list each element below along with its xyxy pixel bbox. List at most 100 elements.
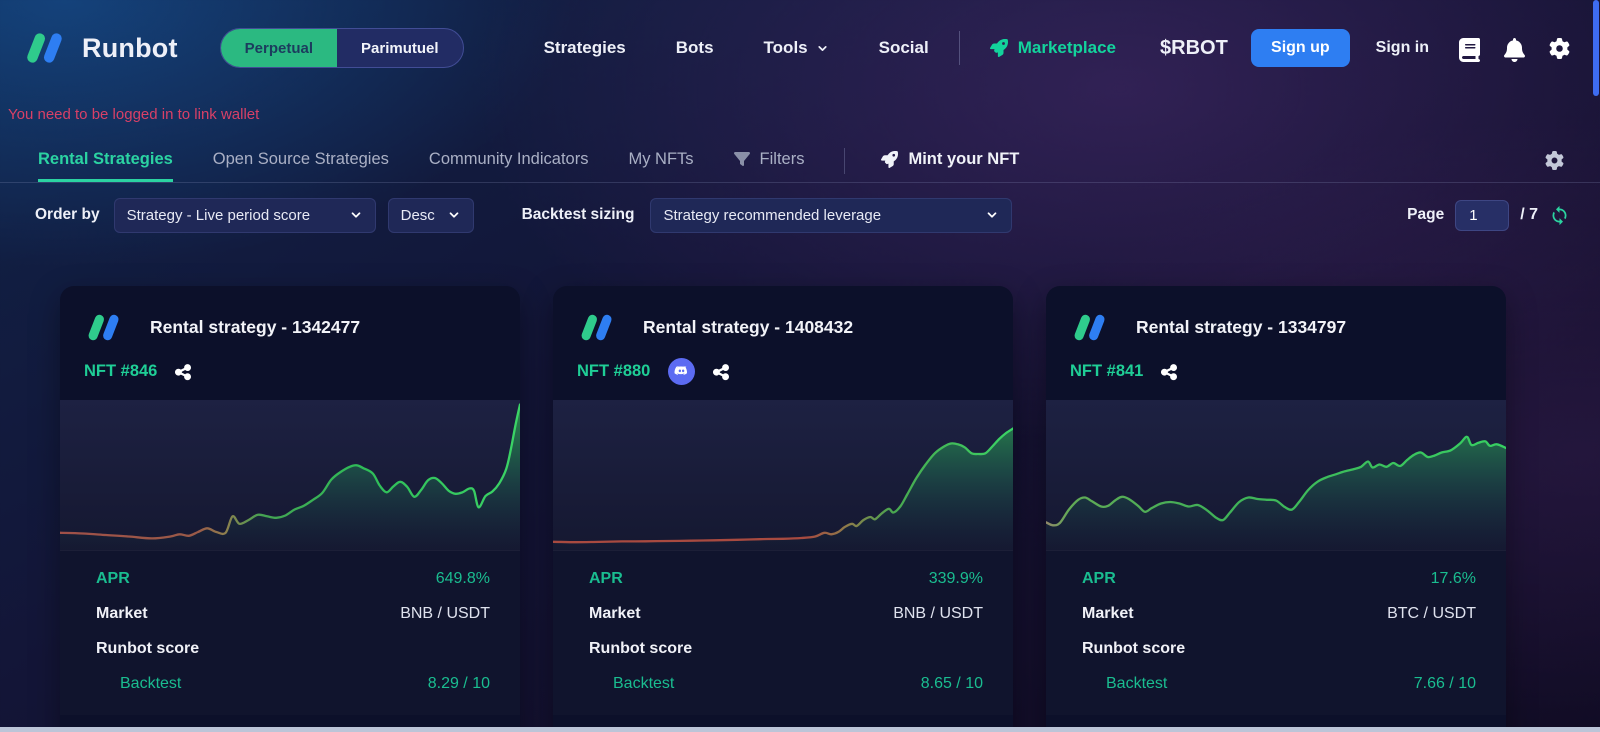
marketplace-tabs: Rental Strategies Open Source Strategies C… [0,139,1600,183]
order-by-select[interactable]: Strategy - Live period score [113,197,376,233]
strategy-stats: APR 17.6% Market BTC / USDT Runbot score… [1046,550,1506,715]
perpetual-parimutuel-toggle[interactable]: Perpetual Parimutuel [219,28,464,68]
chevron-down-icon [816,42,829,55]
nav-link-strategies[interactable]: Strategies [544,38,626,58]
refresh-icon[interactable] [1549,205,1570,226]
strategy-stats: APR 339.9% Market BNB / USDT Runbot scor… [553,550,1013,715]
chevron-down-icon [985,208,999,222]
strategy-cards-grid: Rental strategy - 1342477 NFT #846 APR 6… [0,286,1600,732]
notifications-bell-icon[interactable] [1504,37,1525,62]
toggle-perpetual[interactable]: Perpetual [220,29,338,67]
horizontal-scrollbar[interactable] [0,727,1600,732]
nav-link-bots[interactable]: Bots [676,38,714,58]
strategy-card[interactable]: Rental strategy - 1342477 NFT #846 APR 6… [60,286,520,732]
nav-link-tools[interactable]: Tools [764,38,829,58]
strategy-title: Rental strategy - 1334797 [1136,316,1347,337]
stat-row-backtest: Backtest 8.29 / 10 [96,666,490,701]
market-value: BNB / USDT [400,604,490,622]
page-total: / 7 [1520,206,1538,223]
toggle-parimutuel[interactable]: Parimutuel [337,29,463,67]
backtest-label: Backtest [120,674,182,692]
backtest-sizing-label: Backtest sizing [521,206,635,223]
nav-link-rbot-token[interactable]: $RBOT [1160,37,1228,60]
navbar: Runbot Perpetual Parimutuel Strategies Bo… [0,0,1600,96]
order-by-value: Strategy - Live period score [126,206,311,224]
tab-rental-strategies[interactable]: Rental Strategies [38,139,173,182]
apr-label: APR [96,569,130,587]
apr-value: 649.8% [435,569,490,587]
sort-direction-value: Desc [400,206,435,224]
tab-open-source-strategies[interactable]: Open Source Strategies [213,139,389,182]
strategy-card[interactable]: Rental strategy - 1334797 NFT #841 APR 1… [1046,286,1506,732]
nav-link-label: Strategies [543,38,626,57]
backtest-sizing-select[interactable]: Strategy recommended leverage [650,197,1013,233]
stat-row-runbot-score: Runbot score [1082,631,1476,666]
nav-divider [958,31,960,65]
sort-direction-select[interactable]: Desc [387,197,474,233]
marketplace-label: Marketplace [1017,38,1116,57]
share-icon[interactable] [1161,363,1178,381]
strategy-card[interactable]: Rental strategy - 1408432 NFT #880 APR 3… [553,286,1013,732]
runbot-score-label: Runbot score [1082,639,1186,657]
market-label: Market [589,604,641,622]
stat-row-backtest: Backtest 8.65 / 10 [589,666,983,701]
nav-link-social[interactable]: Social [879,38,929,58]
strategy-title: Rental strategy - 1408432 [643,316,854,337]
tab-my-nfts[interactable]: My NFTs [628,139,693,182]
nav-link-marketplace[interactable]: Marketplace [989,38,1116,58]
rocket-icon [881,150,899,168]
nft-id: NFT #846 [84,361,158,380]
strategy-title: Rental strategy - 1342477 [150,316,361,337]
stat-row-runbot-score: Runbot score [96,631,490,666]
rocket-icon [989,39,1008,57]
tab-community-indicators[interactable]: Community Indicators [429,139,589,182]
apr-value: 339.9% [928,569,983,587]
signup-button[interactable]: Sign up [1251,29,1350,67]
strategy-stats: APR 649.8% Market BNB / USDT Runbot scor… [60,550,520,715]
stat-row-backtest: Backtest 7.66 / 10 [1082,666,1476,701]
runbot-score-label: Runbot score [589,639,693,657]
backtest-value: 7.66 / 10 [1413,674,1476,692]
tab-filters-label: Filters [759,149,805,168]
stat-row-market: Market BNB / USDT [589,596,983,631]
stat-row-runbot-score: Runbot score [589,631,983,666]
brand[interactable]: Runbot [22,30,178,66]
page-number-input[interactable] [1455,199,1510,231]
vertical-scrollbar-thumb[interactable] [1593,0,1599,96]
tab-mint-label: Mint your NFT [908,149,1020,168]
backtest-value: 8.65 / 10 [920,674,983,692]
page-label: Page [1407,206,1445,223]
stat-row-apr: APR 339.9% [589,561,983,596]
stat-row-market: Market BNB / USDT [96,596,490,631]
discord-icon[interactable] [668,357,696,385]
nav-link-label: Social [878,38,929,57]
market-label: Market [96,604,148,622]
runbot-logo-icon [84,312,124,343]
tab-filters[interactable]: Filters [733,139,805,182]
performance-sparkline-chart [60,400,520,550]
performance-sparkline-chart [553,400,1013,550]
signin-button[interactable]: Sign in [1376,39,1429,57]
nav-link-label: Bots [675,38,714,57]
chevron-down-icon [447,208,461,222]
tabs-settings-gear-icon[interactable] [1545,151,1564,170]
market-value: BTC / USDT [1387,604,1476,622]
share-icon[interactable] [713,363,730,381]
apr-label: APR [589,569,623,587]
apr-label: APR [1082,569,1116,587]
tab-mint-your-nft[interactable]: Mint your NFT [881,139,1019,182]
settings-gear-icon[interactable] [1549,37,1570,59]
stat-row-apr: APR 17.6% [1082,561,1476,596]
backtest-value: 8.29 / 10 [427,674,490,692]
order-by-label: Order by [35,206,100,223]
nft-id: NFT #880 [577,361,651,380]
list-controls: Order by Strategy - Live period score De… [0,183,1600,247]
runbot-logo-icon [22,30,68,66]
chevron-down-icon [349,208,363,222]
nav-links: Strategies Bots Tools Social [544,38,929,58]
market-label: Market [1082,604,1134,622]
runbot-logo-icon [577,312,617,343]
docs-icon[interactable] [1459,37,1480,62]
share-icon[interactable] [175,363,192,381]
nav-link-label: Tools [763,38,808,57]
